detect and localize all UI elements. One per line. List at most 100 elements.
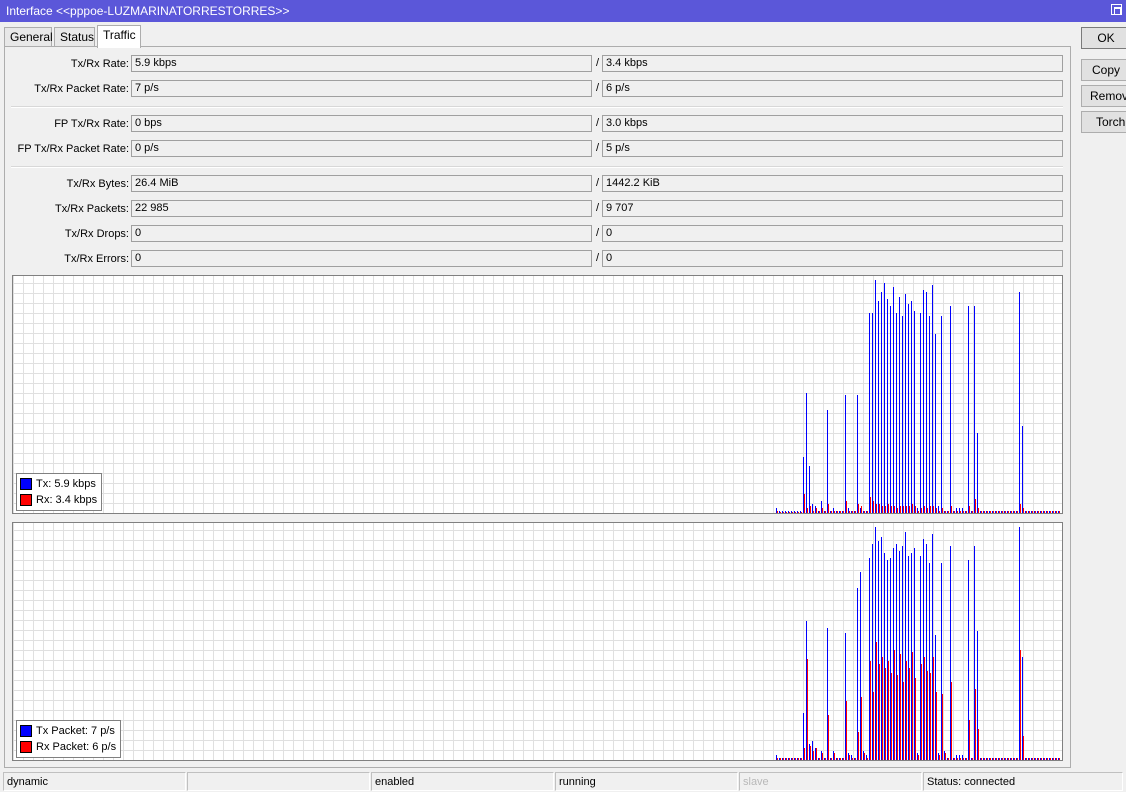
tx-bar — [1037, 511, 1038, 513]
tx-bar — [995, 758, 996, 760]
rx-bar — [879, 504, 880, 513]
rx-packets-field: 9 707 — [602, 200, 1063, 217]
rx-bar — [777, 758, 778, 760]
ok-button[interactable]: OK — [1081, 27, 1126, 49]
rx-bar — [999, 758, 1000, 760]
tx-bar — [848, 508, 849, 513]
window-title-bar: Interface <<pppoe-LUZMARINATORRESTORRES>… — [0, 0, 1126, 22]
rx-bar — [1053, 511, 1054, 513]
rx-bar — [780, 512, 781, 513]
tx-bar — [836, 511, 837, 513]
tx-bar — [980, 758, 981, 760]
rx-bar — [816, 748, 817, 760]
tx-bar — [980, 511, 981, 513]
tx-bar — [1046, 511, 1047, 513]
tx-bar — [839, 758, 840, 760]
tx-bar — [851, 755, 852, 760]
fp-rate-label: FP Tx/Rx Rate: — [54, 118, 129, 130]
tx-bar — [857, 395, 858, 513]
tx-bar — [833, 751, 834, 760]
tx-bar — [803, 713, 804, 760]
tx-packet-rate-field: 7 p/s — [131, 80, 592, 97]
tx-bar — [1028, 758, 1029, 760]
tx-bar — [803, 457, 804, 513]
rx-bar — [1014, 511, 1015, 513]
tx-bar — [1019, 527, 1020, 760]
rx-bar — [1023, 736, 1024, 760]
status-running: running — [555, 772, 738, 791]
tx-bar — [791, 511, 792, 513]
separator: / — [596, 177, 600, 189]
rx-bar — [918, 755, 919, 760]
tab-traffic[interactable]: Traffic — [97, 25, 141, 48]
rx-bar — [1020, 650, 1021, 760]
tx-bar — [776, 508, 777, 513]
tx-bar — [782, 511, 783, 513]
rx-bar — [813, 751, 814, 760]
row-errors: Tx/Rx Errors: 0 / 0 — [5, 250, 1072, 268]
rx-bar — [1026, 511, 1027, 513]
separator: / — [596, 142, 600, 154]
rx-bar — [876, 642, 877, 760]
tx-bar — [983, 511, 984, 513]
tx-bar — [899, 551, 900, 760]
rx-bar — [984, 511, 985, 513]
rx-bar — [969, 506, 970, 513]
rx-bar — [780, 758, 781, 760]
rx-bar — [945, 753, 946, 760]
rx-bar — [906, 661, 907, 760]
tx-bar — [1022, 426, 1023, 513]
tx-bar — [818, 758, 819, 760]
rx-bar — [987, 758, 988, 760]
tx-bar — [833, 508, 834, 513]
rx-bar — [903, 682, 904, 760]
rx-bar — [801, 758, 802, 760]
rx-bar — [1038, 511, 1039, 513]
maximize-icon[interactable] — [1111, 4, 1122, 15]
torch-button[interactable]: Torch — [1081, 111, 1126, 133]
rx-bar — [1017, 511, 1018, 513]
remove-button[interactable]: Remove — [1081, 85, 1126, 107]
rx-bar — [828, 504, 829, 513]
rx-bar — [816, 508, 817, 513]
tx-bar — [983, 758, 984, 760]
tab-general[interactable]: General — [4, 27, 53, 46]
rx-bar — [852, 511, 853, 513]
status-connection: Status: connected — [923, 772, 1123, 791]
rx-bar — [798, 512, 799, 513]
rx-bar — [834, 511, 835, 513]
tx-bar — [1052, 511, 1053, 513]
rx-bar — [807, 659, 808, 760]
tx-color-swatch — [20, 478, 32, 490]
legend-tx-packet: Tx Packet: 7 p/s — [20, 723, 116, 739]
traffic-graph: Tx: 5.9 kbps Rx: 3.4 kbps — [12, 275, 1063, 514]
tab-status[interactable]: Status — [54, 27, 95, 46]
rx-bar — [861, 506, 862, 513]
rx-bar — [1002, 758, 1003, 760]
tx-bar — [965, 511, 966, 513]
tx-bar — [941, 563, 942, 760]
rx-bar — [990, 511, 991, 513]
copy-button[interactable]: Copy — [1081, 59, 1126, 81]
rx-bar — [1002, 511, 1003, 513]
rx-bar — [789, 512, 790, 513]
tx-bar — [788, 511, 789, 513]
tx-bar — [911, 553, 912, 760]
row-packet-rate: Tx/Rx Packet Rate: 7 p/s / 6 p/s — [5, 80, 1072, 98]
tx-bar — [878, 301, 879, 513]
tx-bar — [830, 758, 831, 760]
rx-bar — [819, 758, 820, 760]
rx-bar — [867, 758, 868, 760]
rx-bar — [1029, 511, 1030, 513]
tx-bar — [965, 758, 966, 760]
tx-bar — [866, 755, 867, 760]
rx-bar — [879, 664, 880, 760]
tx-bar — [1025, 511, 1026, 513]
tx-errors-field: 0 — [131, 250, 592, 267]
tx-bar — [812, 741, 813, 760]
tx-bar — [881, 292, 882, 513]
rx-bar — [1026, 758, 1027, 760]
rx-bar — [882, 657, 883, 760]
tx-bar — [881, 537, 882, 760]
tx-bar — [890, 306, 891, 513]
